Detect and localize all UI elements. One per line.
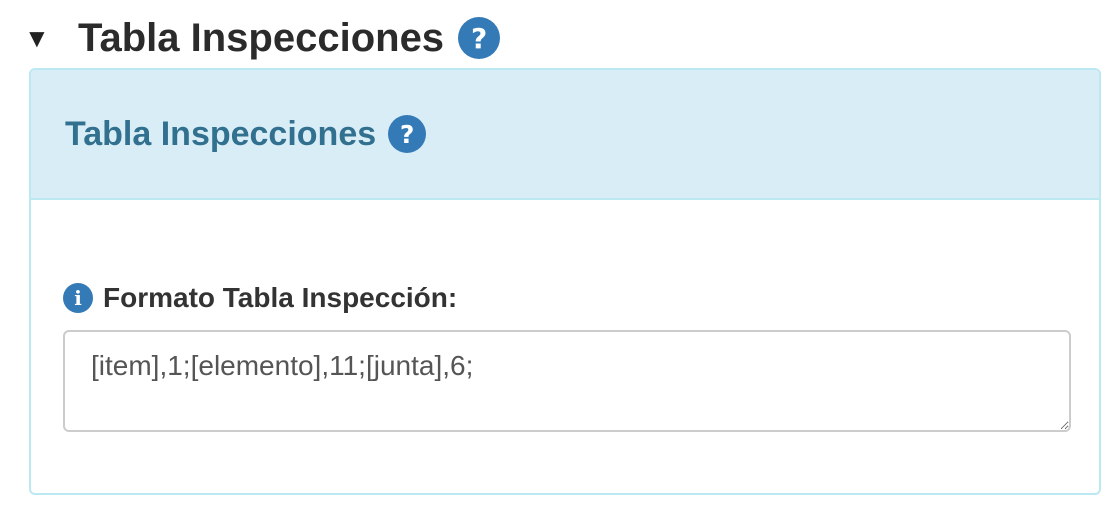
section-title: Tabla Inspecciones	[78, 15, 445, 60]
help-icon[interactable]: ?	[458, 17, 501, 59]
textarea-wrapper: [item],1;[elemento],11;[junta],6;	[63, 330, 1071, 432]
inspections-panel: Tabla Inspecciones ? i Formato Tabla Ins…	[29, 68, 1101, 495]
field-label: i Formato Tabla Inspección:	[63, 282, 457, 314]
section-header: ▼ Tabla Inspecciones ?	[24, 12, 501, 64]
format-textarea[interactable]: [item],1;[elemento],11;[junta],6;	[63, 330, 1071, 432]
panel-help-icon[interactable]: ?	[388, 115, 427, 153]
panel-heading: Tabla Inspecciones ?	[31, 70, 1099, 200]
collapse-toggle-icon[interactable]: ▼	[24, 25, 64, 51]
format-label: Formato Tabla Inspección:	[103, 282, 458, 313]
panel-title: Tabla Inspecciones	[65, 114, 377, 153]
info-icon[interactable]: i	[63, 283, 93, 313]
